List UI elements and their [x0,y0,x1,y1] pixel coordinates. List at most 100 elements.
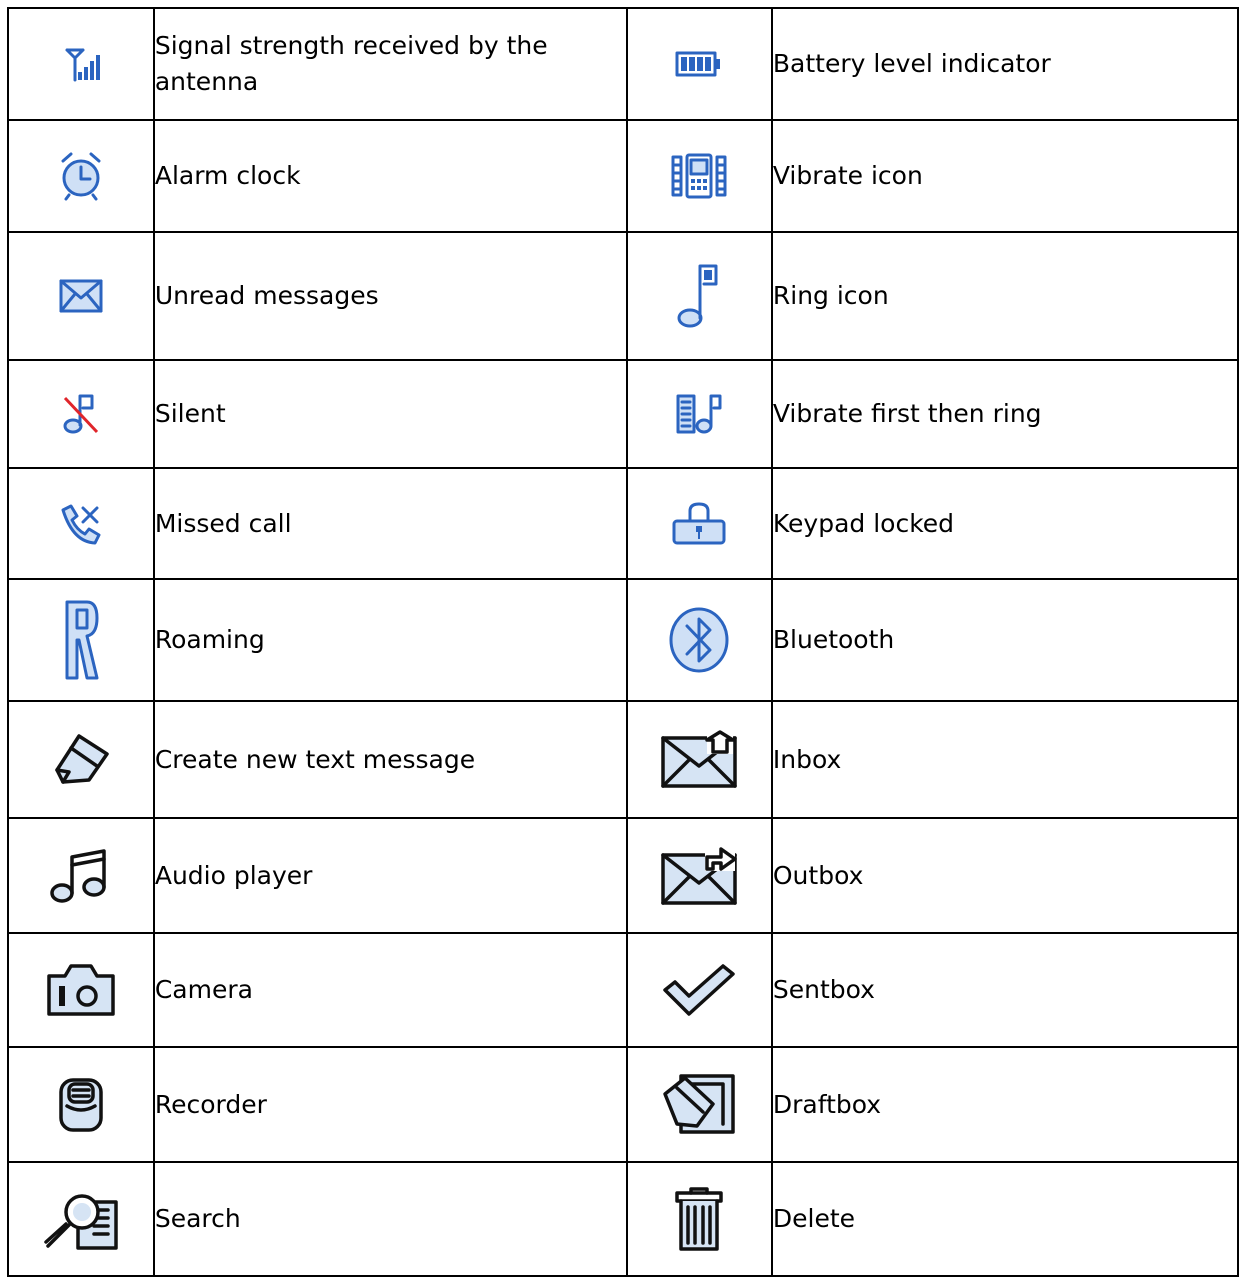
label-cell: Draftbox [770,1046,1240,1163]
icon-cell [626,700,773,819]
label-cell: Vibrate icon [770,119,1240,233]
table-row: Audio player Outbox [7,817,1240,934]
icon-cell [626,578,773,702]
item-label: Bluetooth [772,625,895,654]
item-label: Roaming [154,625,265,654]
icon-cell [7,1046,155,1163]
icon-cell [7,231,155,361]
icon-cell [626,359,773,469]
item-label: Recorder [154,1089,267,1119]
item-label: Audio player [154,860,313,890]
roaming-icon [65,600,99,680]
label-cell: Create new text message [152,700,629,819]
label-cell: Recorder [152,1046,629,1163]
item-label: Create new text message [154,744,476,774]
item-label: Sentbox [772,975,875,1004]
inbox-icon [661,729,738,788]
label-cell: Bluetooth [770,578,1240,702]
item-label: Unread messages [154,281,379,310]
item-label: Alarm clock [154,161,301,190]
icon-cell [7,578,155,702]
item-label: Outbox [772,860,864,890]
table-row: Search Delete [7,1161,1240,1277]
item-label: Vibrate first then ring [772,399,1042,428]
item-label: Draftbox [772,1089,882,1119]
label-cell: Ring icon [770,231,1240,361]
icon-cell [626,467,773,580]
table-row: Alarm clock Vibrate icon [7,119,1240,233]
item-label: Ring icon [772,281,889,310]
label-cell: Delete [770,1161,1240,1277]
label-cell: Alarm clock [152,119,629,233]
label-cell: Sentbox [770,932,1240,1048]
icon-cell [7,359,155,469]
icon-cell [626,1161,773,1277]
icon-cell [626,932,773,1048]
icon-cell [7,467,155,580]
icon-cell [7,1161,155,1277]
label-cell: Audio player [152,817,629,934]
item-label: Delete [772,1204,856,1233]
icon-cell [7,932,155,1048]
item-label: Camera [154,975,253,1004]
icon-cell [626,119,773,233]
item-label: Keypad locked [772,508,955,538]
label-cell: Vibrate first then ring [770,359,1240,469]
alarm-clock-icon [61,152,101,201]
table-row: Camera Sentbox [7,932,1240,1048]
item-label: Signal strength received by the antenna [154,31,548,96]
label-cell: Battery level indicator [770,7,1240,121]
label-cell: Search [152,1161,629,1277]
label-cell: Signal strength received by the antenna [152,7,629,121]
label-cell: Unread messages [152,231,629,361]
item-label: Inbox [772,744,842,774]
music-note-icon [677,264,718,328]
item-label: Missed call [154,508,292,538]
outbox-icon [661,846,738,905]
item-label: Search [154,1204,241,1233]
table-row: Recorder Draftbox [7,1046,1240,1163]
icon-cell [626,7,773,121]
icon-cell [7,7,155,121]
table-row: Create new text message Inbox [7,700,1240,819]
label-cell: Silent [152,359,629,469]
table-row: Silent Vibrate first then ring [7,359,1240,469]
audio-player-icon [50,848,106,903]
pencil-message-icon [55,733,109,784]
recorder-icon [59,1077,103,1132]
item-label: Battery level indicator [772,49,1051,78]
search-icon [44,1194,118,1250]
envelope-icon [59,279,103,313]
vibrate-icon [671,153,727,199]
label-cell: Inbox [770,700,1240,819]
item-label: Silent [154,399,226,428]
icon-cell [626,817,773,934]
label-cell: Keypad locked [770,467,1240,580]
icon-cell [7,817,155,934]
table-row: Signal strength received by the antenna … [7,7,1240,121]
silent-icon [63,394,99,434]
status-icon-table: Signal strength received by the antenna … [7,7,1240,1277]
label-cell: Roaming [152,578,629,702]
vibrate-ring-icon [676,394,722,434]
label-cell: Outbox [770,817,1240,934]
checkmark-icon [663,964,736,1016]
trash-icon [675,1187,724,1251]
battery-icon [675,51,721,77]
camera-icon [47,964,115,1016]
table-row: Roaming Bluetooth [7,578,1240,702]
label-cell: Camera [152,932,629,1048]
icon-cell [626,1046,773,1163]
icon-cell [7,700,155,819]
draftbox-icon [663,1073,736,1134]
icon-cell [626,231,773,361]
table-row: Missed call Keypad locked [7,467,1240,580]
item-label: Vibrate icon [772,161,923,190]
table-row: Unread messages Ring icon [7,231,1240,361]
bluetooth-icon [669,607,729,673]
signal-strength-icon [65,48,100,82]
icon-cell [7,119,155,233]
padlock-icon [672,502,726,544]
label-cell: Missed call [152,467,629,580]
missed-call-icon [61,504,101,544]
